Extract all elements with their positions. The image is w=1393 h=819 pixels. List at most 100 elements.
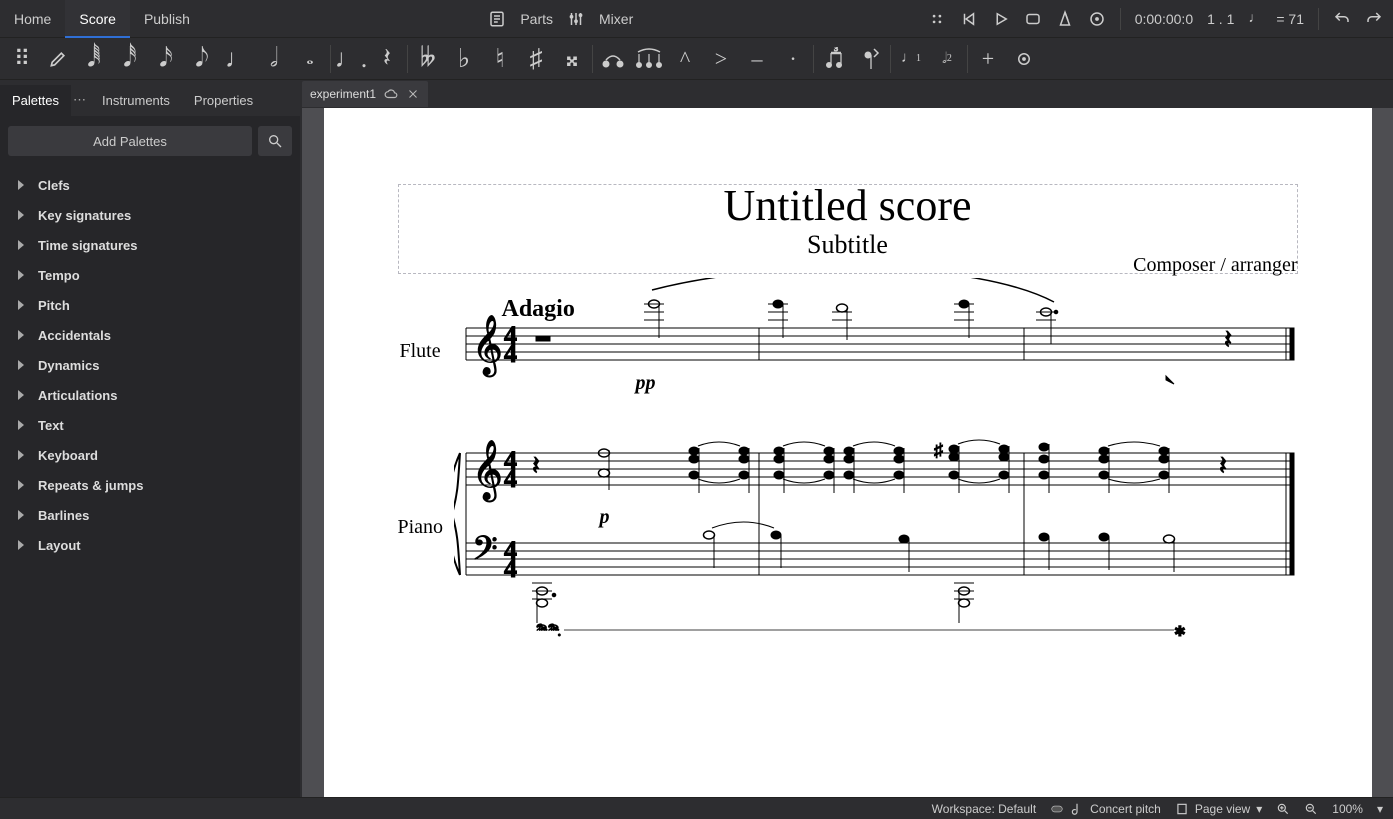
palette-item-accidentals[interactable]: Accidentals (8, 320, 292, 350)
rewind-icon[interactable] (960, 10, 978, 28)
dur-64th[interactable]: 𝅘𝅥𝅱 (76, 38, 112, 80)
expand-triangle-icon (18, 360, 24, 370)
palette-item-articulations[interactable]: Articulations (8, 380, 292, 410)
slur-button[interactable] (631, 38, 667, 80)
dur-half[interactable]: 𝅗𝅥 (256, 38, 292, 80)
dur-8th[interactable]: 𝅘𝅥𝅮 (184, 38, 220, 80)
search-palettes-button[interactable] (258, 126, 292, 156)
acc-flat[interactable]: ♭ (446, 38, 482, 80)
artic-accent[interactable]: > (703, 38, 739, 80)
palette-item-label: Layout (38, 538, 81, 553)
svg-text:𝄞: 𝄞 (472, 315, 503, 377)
bar-beat-display: 1 . 1 (1207, 11, 1234, 27)
menu-left: Home Score Publish (0, 0, 204, 38)
composer-text[interactable]: Composer / arranger (1133, 254, 1297, 277)
parts-icon[interactable] (488, 10, 506, 28)
tab-publish[interactable]: Publish (130, 0, 204, 38)
doc-tab-experiment1[interactable]: experiment1 (302, 81, 428, 107)
chevron-down-icon: ▾ (1256, 802, 1262, 816)
score-canvas[interactable]: Untitled score Subtitle Composer / arran… (302, 108, 1393, 797)
voice-1-button[interactable]: ♩1 (893, 38, 929, 80)
mixer-icon[interactable] (567, 10, 585, 28)
zoom-chevron-icon[interactable]: ▾ (1377, 802, 1383, 816)
instruments-tab[interactable]: Instruments (90, 85, 182, 116)
dur-16th[interactable]: 𝅘𝅥𝅯 (148, 38, 184, 80)
palette-item-label: Pitch (38, 298, 70, 313)
palette-item-layout[interactable]: Layout (8, 530, 292, 560)
close-tab-icon[interactable] (406, 87, 420, 101)
tempo-display: = 71 (1276, 11, 1304, 27)
mixer-label[interactable]: Mixer (599, 11, 633, 27)
palette-item-key-signatures[interactable]: Key signatures (8, 200, 292, 230)
tuplet-button[interactable]: 3 (816, 38, 852, 80)
tempo-note-icon: ♩ (1248, 11, 1262, 27)
dur-quarter[interactable]: ♩ (220, 38, 256, 80)
aug-dot[interactable]: ♩. (333, 38, 369, 80)
artic-tenuto[interactable]: – (739, 38, 775, 80)
zoom-in-button[interactable] (1276, 802, 1290, 816)
artic-marcato[interactable]: ^ (667, 38, 703, 80)
workspace-label[interactable]: Workspace: Default (932, 802, 1037, 816)
palette-item-barlines[interactable]: Barlines (8, 500, 292, 530)
expand-triangle-icon (18, 240, 24, 250)
palette-item-keyboard[interactable]: Keyboard (8, 440, 292, 470)
expand-triangle-icon (18, 510, 24, 520)
note-input-pencil-icon[interactable] (40, 38, 76, 80)
palettes-menu-icon[interactable]: ⋯ (71, 92, 90, 116)
palettes-tab[interactable]: Palettes (0, 85, 71, 116)
flip-stem-button[interactable] (852, 38, 888, 80)
zoom-level[interactable]: 100% (1332, 802, 1363, 816)
palette-item-clefs[interactable]: Clefs (8, 170, 292, 200)
flute-label[interactable]: Flute (400, 340, 441, 363)
palette-item-repeats-jumps[interactable]: Repeats & jumps (8, 470, 292, 500)
expand-triangle-icon (18, 330, 24, 340)
score-staves[interactable]: 𝄞 𝄞 𝄢 4 4 4 4 4 4 (454, 278, 1304, 648)
palette-item-tempo[interactable]: Tempo (8, 260, 292, 290)
tie-button[interactable] (595, 38, 631, 80)
zoom-out-button[interactable] (1304, 802, 1318, 816)
toolbar-handle-icon[interactable]: ⠿ (4, 38, 40, 80)
rest-button[interactable]: 𝄽 (369, 38, 405, 80)
palette-item-time-signatures[interactable]: Time signatures (8, 230, 292, 260)
concert-pitch-toggle[interactable]: Concert pitch (1050, 802, 1161, 816)
status-bar: Workspace: Default Concert pitch Page vi… (0, 797, 1393, 819)
score-page[interactable]: Untitled score Subtitle Composer / arran… (324, 108, 1372, 797)
play-icon[interactable] (992, 10, 1010, 28)
palette-item-pitch[interactable]: Pitch (8, 290, 292, 320)
metronome-icon[interactable] (1056, 10, 1074, 28)
palette-item-label: Clefs (38, 178, 70, 193)
artic-staccato[interactable]: · (775, 38, 811, 80)
voice-2-button[interactable]: 𝅗𝅥 2 (929, 38, 965, 80)
redo-icon[interactable] (1365, 10, 1383, 28)
loop-icon[interactable] (1024, 10, 1042, 28)
tab-score[interactable]: Score (65, 0, 130, 38)
page-view-dropdown[interactable]: Page view ▾ (1175, 802, 1262, 816)
add-button[interactable]: + (970, 38, 1006, 80)
acc-natural[interactable]: ♮ (482, 38, 518, 80)
time-display: 0:00:00:0 (1135, 11, 1193, 27)
svg-text:𝄢: 𝄢 (472, 530, 498, 575)
svg-text:4: 4 (504, 464, 517, 493)
expand-triangle-icon (18, 390, 24, 400)
properties-tab[interactable]: Properties (182, 85, 265, 116)
acc-dflat[interactable]: 𝄫 (410, 38, 446, 80)
dur-whole[interactable]: 𝅝 (292, 38, 328, 80)
palette-item-text[interactable]: Text (8, 410, 292, 440)
palette-item-dynamics[interactable]: Dynamics (8, 350, 292, 380)
expand-triangle-icon (18, 480, 24, 490)
acc-sharp[interactable]: ♯ (518, 38, 554, 80)
piano-label[interactable]: Piano (398, 516, 444, 539)
tab-home[interactable]: Home (0, 0, 65, 38)
acc-dsharp[interactable]: 𝄪 (554, 38, 590, 80)
grip-icon[interactable] (928, 10, 946, 28)
play-settings-icon[interactable] (1088, 10, 1106, 28)
toolbar-settings-icon[interactable] (1006, 38, 1042, 80)
dur-32nd[interactable]: 𝅘𝅥𝅰 (112, 38, 148, 80)
palette-item-label: Repeats & jumps (38, 478, 143, 493)
svg-text:4: 4 (504, 339, 517, 368)
score-title[interactable]: Untitled score (324, 180, 1372, 231)
add-palettes-button[interactable]: Add Palettes (8, 126, 252, 156)
parts-label[interactable]: Parts (520, 11, 553, 27)
undo-icon[interactable] (1333, 10, 1351, 28)
expand-triangle-icon (18, 300, 24, 310)
